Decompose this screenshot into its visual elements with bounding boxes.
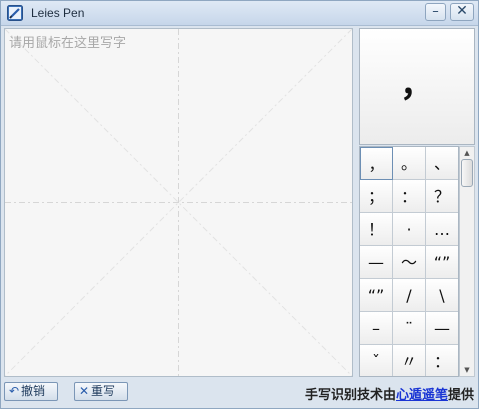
- credit-text: 手写识别技术由心遁遥笔提供: [305, 384, 474, 403]
- candidate-cell[interactable]: /: [393, 279, 426, 312]
- close-icon: ✕: [456, 3, 468, 19]
- credit-link[interactable]: 心遁遥笔: [396, 388, 448, 403]
- candidate-cell[interactable]: —: [360, 246, 393, 279]
- candidate-cell[interactable]: “”: [426, 246, 458, 279]
- recognized-char-preview[interactable]: ，: [359, 28, 475, 145]
- candidate-cell[interactable]: ¨: [393, 312, 426, 345]
- candidate-scrollbar[interactable]: ▲ ▼: [459, 146, 475, 377]
- candidate-cell[interactable]: …: [426, 213, 458, 246]
- canvas-guide-lines: [5, 29, 352, 376]
- candidate-cell[interactable]: ；: [360, 180, 393, 213]
- scroll-up-icon[interactable]: ▲: [460, 147, 474, 159]
- candidate-cell[interactable]: “”: [360, 279, 393, 312]
- pen-app-icon: [7, 5, 23, 21]
- credit-prefix: 手写识别技术由: [304, 388, 396, 403]
- x-icon: ✕: [78, 384, 90, 398]
- minimize-icon: –: [432, 4, 439, 19]
- minimize-button[interactable]: –: [425, 3, 446, 21]
- candidate-cell[interactable]: ？: [426, 180, 458, 213]
- candidate-cell[interactable]: ：: [393, 180, 426, 213]
- candidate-cell[interactable]: ～: [393, 246, 426, 279]
- bottom-toolbar: ↶ 撤销 ✕ 重写 手写识别技术由心遁遥笔提供: [1, 379, 478, 408]
- candidate-cell[interactable]: ：: [426, 345, 458, 376]
- candidate-cell[interactable]: 〃: [393, 345, 426, 376]
- candidate-cell[interactable]: \: [426, 279, 458, 312]
- clear-label: 重写: [91, 384, 116, 398]
- candidate-cell[interactable]: 。: [393, 147, 426, 180]
- undo-button[interactable]: ↶ 撤销: [4, 382, 58, 401]
- candidate-cell[interactable]: ，: [360, 147, 393, 180]
- title-bar[interactable]: Leies Pen – ✕: [1, 1, 478, 26]
- undo-label: 撤销: [21, 384, 46, 398]
- preview-char: ，: [400, 65, 434, 105]
- scroll-down-icon[interactable]: ▼: [460, 364, 474, 376]
- candidate-cell[interactable]: ！: [360, 213, 393, 246]
- window-title: Leies Pen: [31, 6, 85, 20]
- candidate-cell[interactable]: 、: [426, 147, 458, 180]
- undo-arrow-icon: ↶: [8, 384, 20, 398]
- candidate-grid: ，。、；：？！ ·… — ～ “” “” / \ – ¨ — ˇ 〃：: [359, 146, 459, 377]
- app-window: Leies Pen – ✕ 请用鼠标在这里写字 ， ，。、；：？！ ·… — ～ “” “…: [0, 0, 479, 409]
- credit-suffix: 提供: [447, 388, 474, 403]
- candidate-cell[interactable]: –: [360, 312, 393, 345]
- candidate-cell[interactable]: ·: [393, 213, 426, 246]
- close-button[interactable]: ✕: [450, 3, 474, 21]
- handwriting-canvas[interactable]: 请用鼠标在这里写字: [4, 28, 353, 377]
- clear-button[interactable]: ✕ 重写: [74, 382, 128, 401]
- canvas-hint: 请用鼠标在这里写字: [9, 36, 127, 51]
- candidate-cell[interactable]: —: [426, 312, 458, 345]
- candidate-cell[interactable]: ˇ: [360, 345, 393, 376]
- scroll-thumb[interactable]: [461, 159, 473, 187]
